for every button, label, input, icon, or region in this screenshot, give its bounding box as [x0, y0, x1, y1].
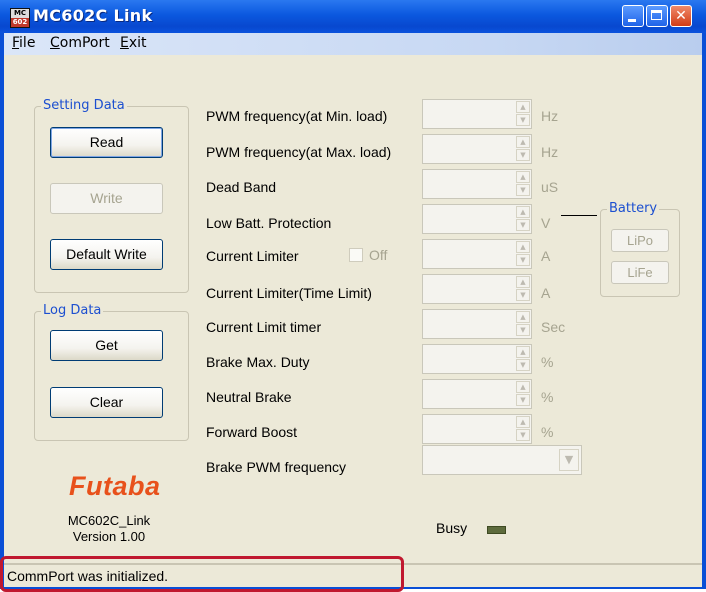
busy-indicator-led — [487, 526, 506, 534]
unit-brake-max-duty: % — [541, 354, 554, 370]
battery-connector-line — [561, 215, 597, 216]
status-highlight-box — [0, 556, 404, 592]
app-icon: MC 602 — [10, 8, 30, 28]
spin-up-icon[interactable]: ▲ — [516, 311, 530, 323]
param-label-pwm-min: PWM frequency(at Min. load) — [206, 108, 388, 124]
spin-up-icon[interactable]: ▲ — [516, 276, 530, 288]
spin-down-icon[interactable]: ▼ — [516, 219, 530, 231]
unit-current-limiter: A — [541, 248, 551, 264]
spin-down-icon[interactable]: ▼ — [516, 359, 530, 371]
param-label-current-limit-timer: Current Limit timer — [206, 319, 322, 335]
spin-up-icon[interactable]: ▲ — [516, 346, 530, 358]
unit-neutral-brake: % — [541, 389, 554, 405]
maximize-icon — [651, 10, 662, 20]
menu-file[interactable]: File — [12, 35, 35, 51]
spin-up-icon[interactable]: ▲ — [516, 416, 530, 428]
pwm-min-field[interactable]: ▲ ▼ — [422, 99, 532, 129]
lipo-button[interactable]: LiPo — [611, 229, 669, 252]
spin-down-icon[interactable]: ▼ — [516, 184, 530, 196]
clear-button[interactable]: Clear — [50, 387, 163, 418]
pwm-max-field[interactable]: ▲ ▼ — [422, 134, 532, 164]
dead-band-field[interactable]: ▲ ▼ — [422, 169, 532, 199]
default-write-button[interactable]: Default Write — [50, 239, 163, 270]
spin-control[interactable]: ▲ ▼ — [516, 171, 530, 197]
battery-title: Battery — [607, 201, 660, 216]
menu-exit[interactable]: Exit — [120, 35, 147, 51]
minimize-button[interactable] — [622, 5, 644, 27]
spin-down-icon[interactable]: ▼ — [516, 429, 530, 441]
spin-up-icon[interactable]: ▲ — [516, 241, 530, 253]
brake-max-duty-field[interactable]: ▲ ▼ — [422, 344, 532, 374]
brake-pwm-dropdown[interactable]: ▼ — [422, 445, 582, 475]
spin-down-icon[interactable]: ▼ — [516, 114, 530, 126]
unit-pwm-max: Hz — [541, 144, 559, 160]
app-window: MC 602 MC602C Link ✕ File ComPort Exit S… — [0, 0, 706, 592]
maximize-button[interactable] — [646, 5, 668, 27]
app-icon-top: MC — [11, 9, 29, 18]
menu-comport[interactable]: ComPort — [50, 35, 110, 51]
current-limiter-field[interactable]: ▲ ▼ — [422, 239, 532, 269]
neutral-brake-field[interactable]: ▲ ▼ — [422, 379, 532, 409]
spin-down-icon[interactable]: ▼ — [516, 149, 530, 161]
spin-up-icon[interactable]: ▲ — [516, 206, 530, 218]
close-button[interactable]: ✕ — [670, 5, 692, 27]
window-title: MC602C Link — [33, 6, 153, 25]
spin-control[interactable]: ▲ ▼ — [516, 136, 530, 162]
busy-label: Busy — [436, 520, 468, 536]
get-button[interactable]: Get — [50, 330, 163, 361]
current-limit-timer-field[interactable]: ▲ ▼ — [422, 309, 532, 339]
spin-control[interactable]: ▲ ▼ — [516, 346, 530, 372]
spin-down-icon[interactable]: ▼ — [516, 254, 530, 266]
futaba-logo: Futaba — [69, 471, 161, 501]
spin-down-icon[interactable]: ▼ — [516, 394, 530, 406]
spin-control[interactable]: ▲ ▼ — [516, 206, 530, 232]
unit-low-batt: V — [541, 215, 551, 231]
unit-dead-band: uS — [541, 179, 559, 195]
spin-control[interactable]: ▲ ▼ — [516, 381, 530, 407]
read-button[interactable]: Read — [50, 127, 163, 158]
menu-bar: File ComPort Exit — [4, 33, 702, 55]
param-label-forward-boost: Forward Boost — [206, 424, 298, 440]
app-version: Version 1.00 — [72, 529, 146, 544]
app-icon-bottom: 602 — [11, 18, 29, 27]
spin-up-icon[interactable]: ▲ — [516, 381, 530, 393]
client-area: File ComPort Exit Setting Data Read Writ… — [4, 33, 702, 587]
current-limiter-off-checkbox[interactable] — [349, 248, 363, 262]
minimize-icon — [628, 19, 636, 22]
current-limiter-off-label: Off — [369, 247, 388, 263]
low-batt-field[interactable]: ▲ ▼ — [422, 204, 532, 234]
spin-up-icon[interactable]: ▲ — [516, 136, 530, 148]
spin-up-icon[interactable]: ▲ — [516, 101, 530, 113]
unit-pwm-min: Hz — [541, 108, 559, 124]
param-label-current-limiter-time: Current Limiter(Time Limit) — [206, 285, 372, 301]
spin-control[interactable]: ▲ ▼ — [516, 276, 530, 302]
param-label-brake-max-duty: Brake Max. Duty — [206, 354, 310, 370]
spin-control[interactable]: ▲ ▼ — [516, 241, 530, 267]
unit-current-limit-timer: Sec — [541, 319, 566, 335]
spin-down-icon[interactable]: ▼ — [516, 289, 530, 301]
param-label-neutral-brake: Neutral Brake — [206, 389, 292, 405]
app-name: MC602C_Link — [67, 513, 151, 528]
unit-forward-boost: % — [541, 424, 554, 440]
close-icon: ✕ — [675, 8, 687, 24]
param-label-current-limiter: Current Limiter — [206, 248, 299, 264]
current-limiter-time-field[interactable]: ▲ ▼ — [422, 274, 532, 304]
param-label-low-batt: Low Batt. Protection — [206, 215, 332, 231]
unit-current-limiter-time: A — [541, 285, 551, 301]
spin-control[interactable]: ▲ ▼ — [516, 311, 530, 337]
spin-control[interactable]: ▲ ▼ — [516, 101, 530, 127]
setting-data-title: Setting Data — [41, 98, 127, 113]
life-button[interactable]: LiFe — [611, 261, 669, 284]
chevron-down-icon[interactable]: ▼ — [559, 449, 579, 471]
param-label-pwm-max: PWM frequency(at Max. load) — [206, 144, 392, 160]
spin-up-icon[interactable]: ▲ — [516, 171, 530, 183]
forward-boost-field[interactable]: ▲ ▼ — [422, 414, 532, 444]
param-label-dead-band: Dead Band — [206, 179, 277, 195]
spin-control[interactable]: ▲ ▼ — [516, 416, 530, 442]
param-label-brake-pwm: Brake PWM frequency — [206, 459, 347, 475]
spin-down-icon[interactable]: ▼ — [516, 324, 530, 336]
log-data-title: Log Data — [41, 303, 104, 318]
write-button[interactable]: Write — [50, 183, 163, 214]
title-bar[interactable]: MC 602 MC602C Link ✕ — [0, 0, 706, 33]
